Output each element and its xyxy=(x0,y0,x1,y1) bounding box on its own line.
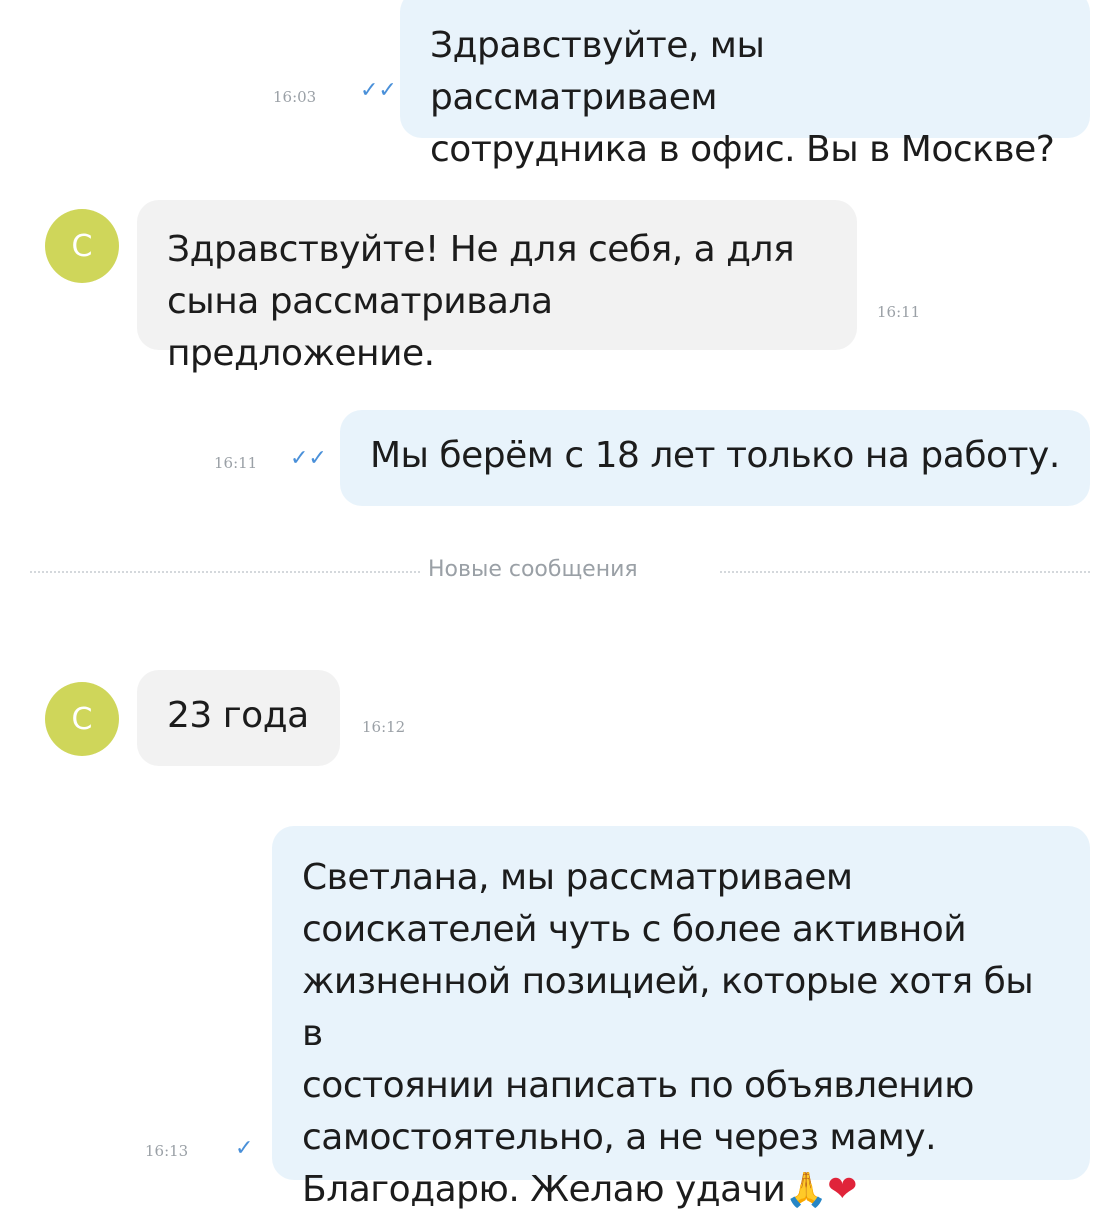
message-text: 23 года xyxy=(167,695,309,736)
message-time: 16:12 xyxy=(362,718,406,736)
message-text: сотрудника в офис. Вы в Москве? xyxy=(430,129,1055,170)
new-messages-divider: Новые сообщения xyxy=(428,557,638,582)
outgoing-message[interactable]: Здравствуйте, мы рассматриваем сотрудник… xyxy=(400,0,1090,170)
double-check-icon: ✓✓ xyxy=(290,446,327,471)
praying-hands-icon: 🙏 xyxy=(785,1170,828,1210)
message-last-line: Благодарю. Желаю удачи🙏❤ xyxy=(302,1164,1060,1216)
single-check-icon: ✓ xyxy=(235,1136,254,1161)
message-text: Светлана, мы рассматриваем xyxy=(302,857,853,898)
outgoing-message[interactable]: Мы берём с 18 лет только на работу. xyxy=(340,410,1090,506)
message-text: Мы берём с 18 лет только на работу. xyxy=(370,435,1060,476)
avatar[interactable]: С xyxy=(45,209,119,283)
message-text: соискателей чуть с более активной xyxy=(302,909,967,950)
message-text: самостоятельно, а не через маму. xyxy=(302,1117,937,1158)
message-text: сына рассматривала предложение. xyxy=(167,281,553,374)
avatar[interactable]: С xyxy=(45,682,119,756)
message-text: Благодарю. Желаю удачи xyxy=(302,1169,786,1210)
heart-icon: ❤ xyxy=(827,1169,857,1210)
divider-line xyxy=(720,571,1090,573)
message-text: Здравствуйте, мы рассматриваем xyxy=(430,25,765,118)
message-time: 16:13 xyxy=(145,1142,189,1160)
avatar-initial: С xyxy=(71,228,93,264)
message-text: состоянии написать по объявлению xyxy=(302,1065,975,1106)
incoming-message[interactable]: 23 года xyxy=(137,670,340,766)
avatar-initial: С xyxy=(71,701,93,737)
outgoing-message[interactable]: Светлана, мы рассматриваем соискателей ч… xyxy=(272,826,1090,1210)
message-time: 16:11 xyxy=(214,454,258,472)
double-check-icon: ✓✓ xyxy=(360,78,397,103)
incoming-message[interactable]: Здравствуйте! Не для себя, а для сына ра… xyxy=(137,200,857,374)
message-text: Здравствуйте! Не для себя, а для xyxy=(167,229,795,270)
message-time: 16:03 xyxy=(273,88,317,106)
divider-line xyxy=(30,571,420,573)
message-text: жизненной позицией, которые хотя бы в xyxy=(302,961,1034,1054)
message-time: 16:11 xyxy=(877,303,921,321)
